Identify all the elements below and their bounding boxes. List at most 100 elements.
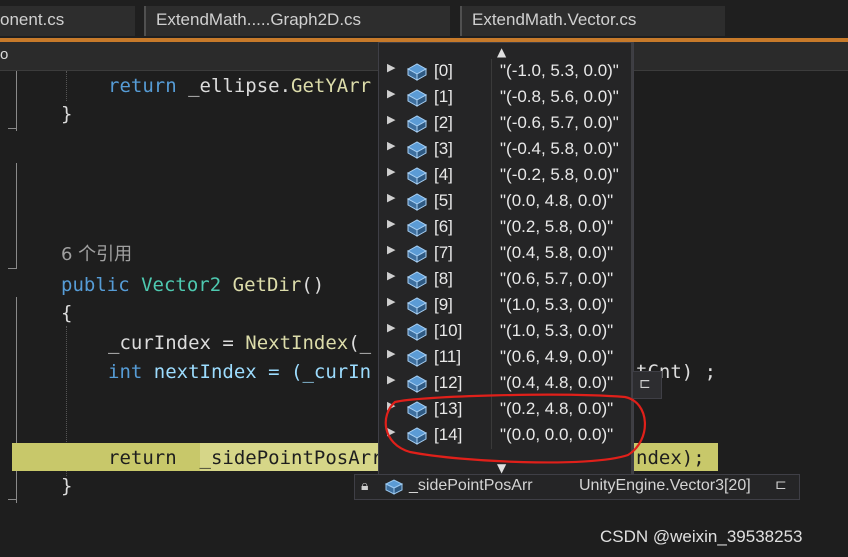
identifier: (_ [348,332,372,354]
element-index: [3] [434,139,453,158]
datatip-row[interactable]: ▶ [14] "(0.0, 0.0, 0.0)" [379,423,631,449]
element-index: [5] [434,191,453,210]
scroll-down-icon[interactable]: ▼ [497,461,506,475]
element-value[interactable]: "(0.2, 4.8, 0.0)" [500,399,613,419]
field-icon [405,166,429,186]
datatip-row[interactable]: ▶ [10] "(1.0, 5.3, 0.0)" [379,319,631,345]
datatip-array-view[interactable]: ▲ ▶ [0] "(-1.0, 5.3, 0.0)" ▶ [1] "(-0.8, 5.6,… [378,42,634,476]
tab-component[interactable]: onent.cs [0,6,135,36]
element-value[interactable]: "(0.0, 4.8, 0.0)" [500,191,613,211]
expand-arrow-icon[interactable]: ▶ [387,61,395,74]
datatip-scrollbar[interactable] [631,43,633,475]
expand-arrow-icon[interactable]: ▶ [387,399,395,412]
tab-label: onent.cs [0,10,65,29]
code-line-close-brace: } [61,103,73,125]
element-value[interactable]: "(0.6, 5.7, 0.0)" [500,269,613,289]
element-value[interactable]: "(0.0, 0.0, 0.0)" [500,425,613,445]
datatip-row[interactable]: ▶ [13] "(0.2, 4.8, 0.0)" [379,397,631,423]
element-value[interactable]: "(-1.0, 5.3, 0.0)" [500,61,619,81]
element-value[interactable]: "(1.0, 5.3, 0.0)" [500,321,613,341]
element-index: [2] [434,113,453,132]
field-icon [405,62,429,82]
element-value[interactable]: "(-0.2, 5.8, 0.0)" [500,165,619,185]
identifier: _curIndex = [108,332,246,354]
nav-label: o [0,46,9,63]
datatip-row[interactable]: ▶ [8] "(0.6, 5.7, 0.0)" [379,267,631,293]
element-index: [13] [434,399,463,418]
column-divider [491,215,492,241]
reference-count-lens[interactable]: 6 个引用 [61,241,132,269]
expand-arrow-icon[interactable]: ▶ [387,139,395,152]
tab-vector[interactable]: ExtendMath.Vector.cs [460,6,725,36]
expand-arrow-icon[interactable]: ▶ [387,87,395,100]
column-divider [491,319,492,345]
datatip-row[interactable]: ▶ [7] "(0.4, 5.8, 0.0)" [379,241,631,267]
column-divider [491,59,492,85]
tab-graph2d[interactable]: ExtendMath.....Graph2D.cs [144,6,450,36]
field-icon [405,296,429,316]
keyword: return [108,75,177,97]
identifier: _ellipse. [176,75,292,97]
column-divider [491,189,492,215]
field-icon [405,192,429,212]
datatip-row[interactable]: ▶ [3] "(-0.4, 5.8, 0.0)" [379,137,631,163]
expand-arrow-icon[interactable]: ▶ [387,373,395,386]
element-value[interactable]: "(0.2, 5.8, 0.0)" [500,217,613,237]
column-divider [491,423,492,449]
element-index: [9] [434,295,453,314]
root-variable-type: UnityEngine.Vector3[20] [579,477,751,494]
element-value[interactable]: "(1.0, 5.3, 0.0)" [500,295,613,315]
code-line-cur-index: _curIndex = NextIndex(_ [108,329,371,357]
element-value[interactable]: "(0.6, 4.9, 0.0)" [500,347,613,367]
element-index: [0] [434,61,453,80]
keyword: int [108,361,143,383]
code-line-return-tail: ndex); [636,447,705,469]
expand-arrow-icon[interactable]: ▶ [387,425,395,438]
field-icon [405,322,429,342]
field-icon [405,218,429,238]
array-icon [384,479,404,495]
datatip-row[interactable]: ▶ [0] "(-1.0, 5.3, 0.0)" [379,59,631,85]
datatip-row[interactable]: ▶ [1] "(-0.8, 5.6, 0.0)" [379,85,631,111]
expand-arrow-icon[interactable]: ▶ [387,191,395,204]
tab-label: ExtendMath.....Graph2D.cs [156,10,362,29]
element-index: [1] [434,87,453,106]
field-icon [405,114,429,134]
column-divider [491,137,492,163]
element-index: [4] [434,165,453,184]
code-line-next-index: int nextIndex = (_curIn [108,358,371,386]
datatip-row[interactable]: ▶ [9] "(1.0, 5.3, 0.0)" [379,293,631,319]
datatip-row[interactable]: ▶ [4] "(-0.2, 5.8, 0.0)" [379,163,631,189]
element-value[interactable]: "(-0.4, 5.8, 0.0)" [500,139,619,159]
fold-tick [8,499,16,500]
expand-arrow-icon[interactable]: ▶ [387,243,395,256]
datatip-row[interactable]: ▶ [11] "(0.6, 4.9, 0.0)" [379,345,631,371]
column-divider [491,267,492,293]
datatip-row[interactable]: ▶ [5] "(0.0, 4.8, 0.0)" [379,189,631,215]
column-divider [491,371,492,397]
expand-arrow-icon[interactable]: ▶ [387,321,395,334]
datatip-row[interactable]: ▶ [2] "(-0.6, 5.7, 0.0)" [379,111,631,137]
element-value[interactable]: "(0.4, 4.8, 0.0)" [500,373,613,393]
element-value[interactable]: "(-0.8, 5.6, 0.0)" [500,87,619,107]
element-value[interactable]: "(-0.6, 5.7, 0.0)" [500,113,619,133]
pin-button[interactable]: ⊏ [632,371,662,399]
expand-arrow-icon[interactable]: ▶ [387,165,395,178]
lock-icon[interactable]: 🔒︎ [361,477,368,494]
hovered-variable[interactable]: _sidePointPosArr [200,447,383,469]
expand-arrow-icon[interactable]: ▶ [387,295,395,308]
scroll-up-icon[interactable]: ▲ [497,45,506,59]
pin-icon[interactable]: ⊏ [775,476,787,493]
expand-arrow-icon[interactable]: ▶ [387,217,395,230]
expand-arrow-icon[interactable]: ▶ [387,269,395,282]
code-line-signature: public Vector2 GetDir() [61,271,324,299]
datatip-row[interactable]: ▶ [6] "(0.2, 5.8, 0.0)" [379,215,631,241]
fold-tick [8,268,16,269]
expand-arrow-icon[interactable]: ▶ [387,113,395,126]
expand-arrow-icon[interactable]: ▶ [387,347,395,360]
element-value[interactable]: "(0.4, 5.8, 0.0)" [500,243,613,263]
method-name: NextIndex [245,332,349,354]
field-icon [405,374,429,394]
datatip-row[interactable]: ▶ [12] "(0.4, 4.8, 0.0)" [379,371,631,397]
datatip-root[interactable]: 🔒︎ _sidePointPosArr UnityEngine.Vector3[… [354,474,800,500]
